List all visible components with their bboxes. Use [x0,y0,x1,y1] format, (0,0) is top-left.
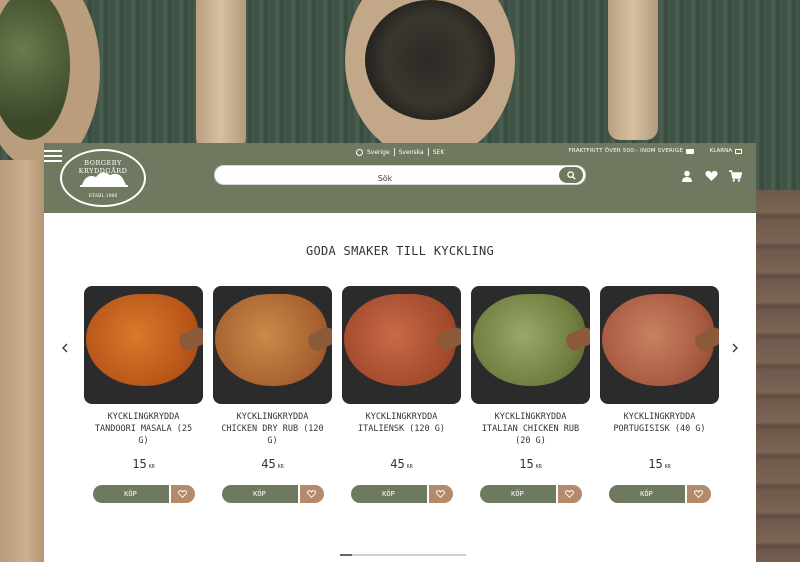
shipping-notice-text: FRAKTFRITT ÖVER 500:- INOM SVERIGE [568,148,683,154]
klarna-link[interactable]: KLARNA [710,148,742,154]
globe-icon [356,148,363,156]
favorite-button[interactable] [686,485,711,503]
favorite-button[interactable] [428,485,453,503]
carousel-next-button[interactable] [730,341,740,355]
wood-background [0,160,44,562]
wood-background [756,190,800,562]
product-card[interactable]: KYCKLINGKRYDDA PORTUGISISK (40 G) 15 KR K… [600,286,719,503]
product-image[interactable] [471,286,590,404]
product-image[interactable] [84,286,203,404]
heart-icon [436,490,445,498]
product-actions: KÖP [84,485,203,503]
product-image[interactable] [600,286,719,404]
chevron-right-icon [732,343,738,353]
card-icon [735,148,742,154]
search-button[interactable] [559,167,583,183]
product-price: 15 KR [519,457,542,471]
spoon-handle-image [608,0,658,140]
search-icon [566,170,576,180]
product-name[interactable]: KYCKLINGKRYDDA ITALIAN CHICKEN RUB (20 G… [471,411,590,449]
account-icon[interactable] [680,169,694,183]
product-actions: KÖP [342,485,461,503]
product-name[interactable]: KYCKLINGKRYDDA TANDOORI MASALA (25 G) [84,411,203,449]
product-card[interactable]: KYCKLINGKRYDDA TANDOORI MASALA (25 G) 15… [84,286,203,503]
product-card[interactable]: KYCKLINGKRYDDA ITALIENSK (120 G) 45 KR KÖ… [342,286,461,503]
carousel-prev-button[interactable] [60,341,70,355]
product-carousel: KYCKLINGKRYDDA TANDOORI MASALA (25 G) 15… [84,286,719,503]
divider [393,148,395,156]
buy-button[interactable]: KÖP [92,485,169,503]
product-name[interactable]: KYCKLINGKRYDDA ITALIENSK (120 G) [342,411,461,449]
buy-button[interactable]: KÖP [221,485,298,503]
site-logo[interactable]: BORGEBY KRYDDGÅRD ETABL 1988 [60,149,146,207]
search-input[interactable] [215,169,555,188]
heart-icon [307,490,316,498]
language-label: Svenska [398,148,424,156]
chevron-left-icon [62,343,68,353]
product-name[interactable]: KYCKLINGKRYDDA PORTUGISISK (40 G) [600,411,719,449]
header-icons [680,169,742,183]
product-image[interactable] [342,286,461,404]
currency-label: SEK [432,148,445,156]
carousel-scrollbar[interactable] [340,554,466,556]
product-actions: KÖP [213,485,332,503]
carousel-scrollbar-thumb[interactable] [340,554,352,556]
heart-icon [178,490,187,498]
buy-button[interactable]: KÖP [350,485,427,503]
seed-spoon-image [345,0,515,160]
shipping-notice: FRAKTFRITT ÖVER 500:- INOM SVERIGE [569,148,694,154]
cart-icon[interactable] [728,169,742,183]
klarna-label: KLARNA [709,148,732,154]
product-price: 15 KR [132,457,155,471]
locale-selector[interactable]: Sverige Svenska SEK [356,148,444,156]
top-bar: Sverige Svenska SEK FRAKTFRITT ÖVER 500:… [44,147,756,162]
product-image[interactable] [213,286,332,404]
product-price: 45 KR [261,457,284,471]
section-title: GODA SMAKER TILL KYCKLING [305,244,495,258]
search-bar [214,165,586,188]
wishlist-icon[interactable] [704,169,718,183]
truck-icon [686,148,694,154]
website: Sverige Svenska SEK FRAKTFRITT ÖVER 500:… [44,143,756,562]
site-header: Sverige Svenska SEK FRAKTFRITT ÖVER 500:… [44,143,756,213]
spoon-handle-image [196,0,246,150]
product-name[interactable]: KYCKLINGKRYDDA CHICKEN DRY RUB (120 G) [213,411,332,449]
divider [427,148,429,156]
favorite-button[interactable] [299,485,324,503]
country-label: Sverige [367,148,390,156]
favorite-button[interactable] [557,485,582,503]
buy-button[interactable]: KÖP [608,485,685,503]
heart-icon [565,490,574,498]
heart-icon [694,490,703,498]
logo-established: ETABL 1988 [88,194,118,199]
product-actions: KÖP [471,485,590,503]
product-actions: KÖP [600,485,719,503]
product-card[interactable]: KYCKLINGKRYDDA ITALIAN CHICKEN RUB (20 G… [471,286,590,503]
menu-icon[interactable] [44,150,62,162]
logo-tree-icon [80,172,128,187]
product-price: 15 KR [648,457,671,471]
favorite-button[interactable] [170,485,195,503]
product-card[interactable]: KYCKLINGKRYDDA CHICKEN DRY RUB (120 G) 4… [213,286,332,503]
buy-button[interactable]: KÖP [479,485,556,503]
product-price: 45 KR [390,457,413,471]
